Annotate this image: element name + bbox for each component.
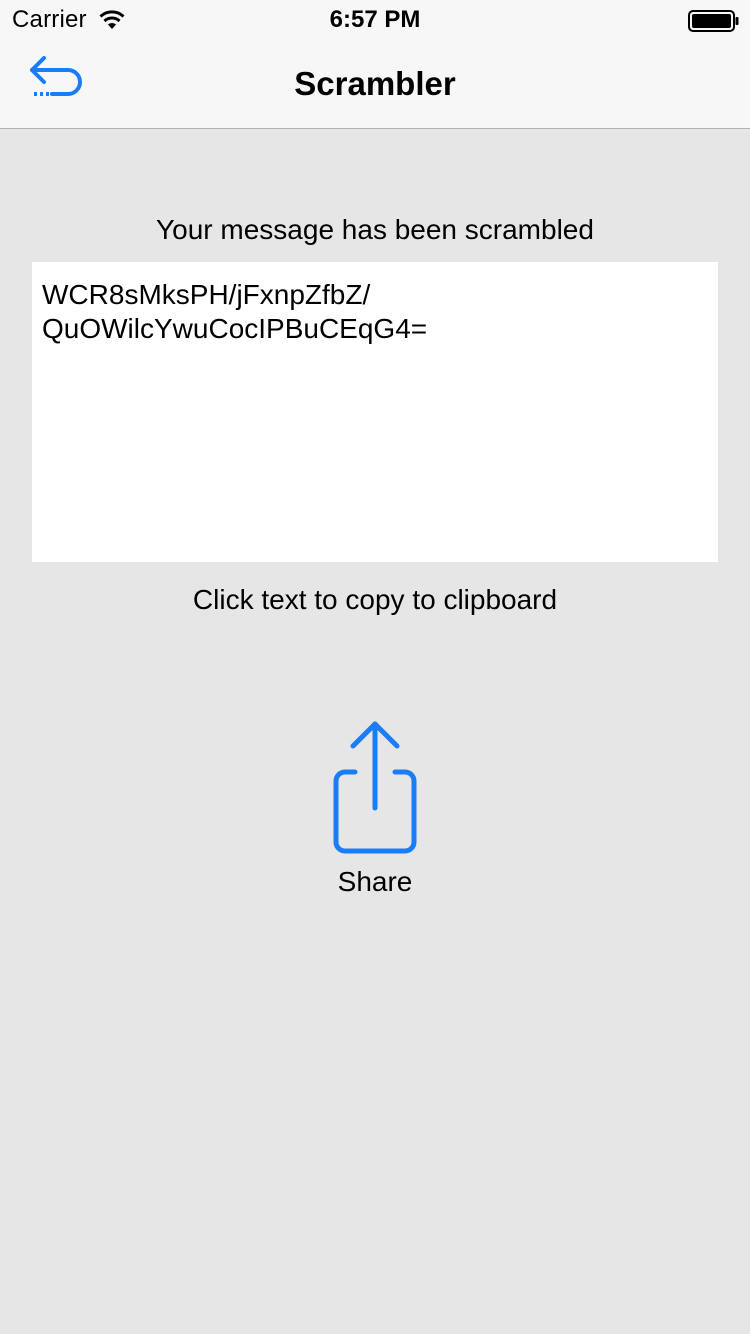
battery-full-icon: [688, 10, 739, 32]
scrambled-text[interactable]: WCR8sMksPH/jFxnpZfbZ/ QuOWilcYwuCocIPBuC…: [42, 278, 708, 346]
share-button[interactable]: Share: [315, 712, 435, 902]
clock-time: 6:57 PM: [329, 6, 421, 33]
header: Carrier 6:57 PM Scrambler: [0, 0, 750, 129]
share-icon: [333, 721, 417, 854]
navigation-bar: Scrambler: [0, 40, 750, 128]
scrambled-text-box[interactable]: WCR8sMksPH/jFxnpZfbZ/ QuOWilcYwuCocIPBuC…: [32, 262, 718, 562]
message-heading: Your message has been scrambled: [156, 214, 594, 245]
page-title: Scrambler: [294, 65, 456, 102]
share-label: Share: [337, 866, 413, 897]
copy-hint-text: Click text to copy to clipboard: [192, 584, 558, 615]
status-bar: Carrier 6:57 PM: [0, 0, 750, 40]
scrambler-screen: Carrier 6:57 PM Scrambler Your message h…: [0, 0, 750, 1334]
